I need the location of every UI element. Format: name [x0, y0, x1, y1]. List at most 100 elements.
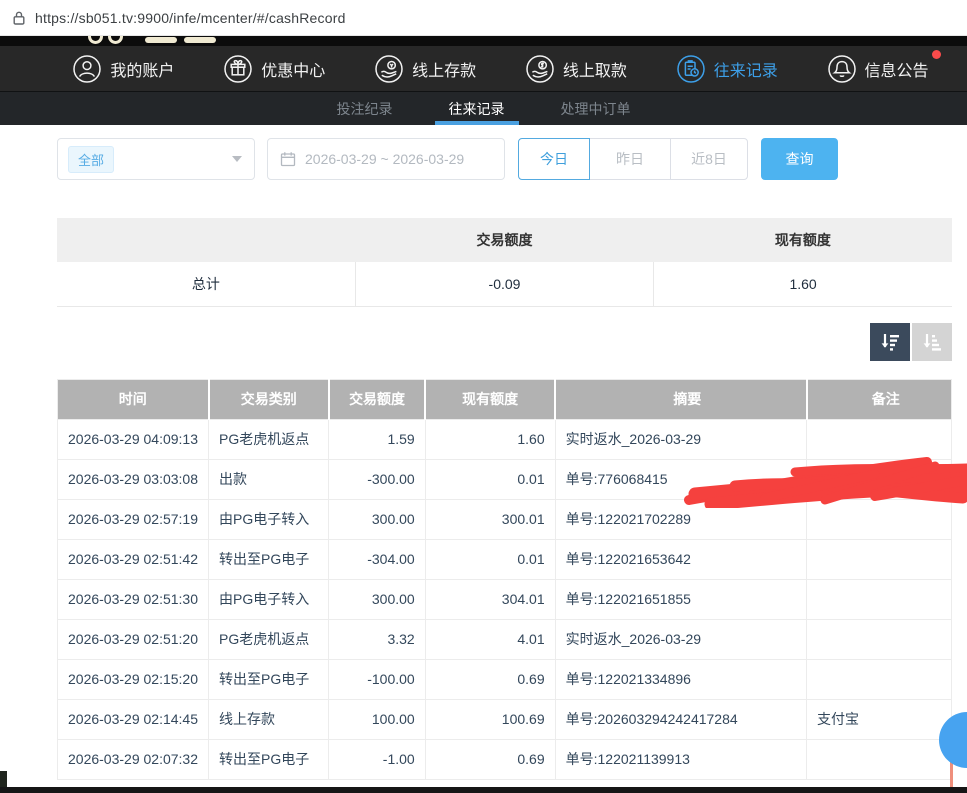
summary-total-label: 总计: [57, 262, 355, 306]
notification-dot: [932, 50, 941, 59]
logo-strip: [0, 36, 967, 46]
sort-descending-button[interactable]: [870, 323, 910, 361]
cell-amount: -300.00: [329, 459, 425, 499]
today-button[interactable]: 今日: [518, 138, 590, 180]
sort-descending-icon: [879, 331, 901, 353]
header-summary: 摘要: [555, 379, 806, 419]
cell-amount: 1.59: [329, 419, 425, 459]
table-row: 2026-03-29 02:51:20 PG老虎机返点 3.32 4.01 实时…: [58, 619, 952, 659]
cell-amount: 300.00: [329, 579, 425, 619]
cell-balance: 4.01: [425, 619, 555, 659]
cell-amount: 300.00: [329, 499, 425, 539]
calendar-icon: [280, 151, 296, 167]
browser-address-bar[interactable]: https://sb051.tv:9900/infe/mcenter/#/cas…: [0, 0, 967, 36]
summary-header-row: 交易额度 现有额度: [57, 218, 952, 262]
nav-label: 信息公告: [865, 57, 929, 81]
cash-table-body: 2026-03-29 04:09:13 PG老虎机返点 1.59 1.60 实时…: [58, 419, 952, 779]
cell-time: 2026-03-29 02:51:20: [58, 619, 209, 659]
tab-label: 往来记录: [449, 99, 505, 119]
header-time: 时间: [58, 379, 209, 419]
date-range-text: 2026-03-29 ~ 2026-03-29: [305, 151, 464, 167]
quick-date-group: 今日 昨日 近8日: [518, 138, 748, 180]
cell-note: [807, 659, 952, 699]
tab-label: 投注纪录: [337, 99, 393, 119]
yesterday-button[interactable]: 昨日: [589, 138, 671, 180]
lock-icon: [12, 10, 26, 26]
cash-record-table: 时间 交易类别 交易额度 现有额度 摘要 备注 2026-03-29 04:09…: [57, 379, 952, 780]
withdraw-icon: [525, 54, 555, 84]
nav-item-my-account[interactable]: 我的账户: [72, 54, 174, 84]
cell-balance: 100.69: [425, 699, 555, 739]
cell-type: PG老虎机返点: [209, 419, 329, 459]
cell-time: 2026-03-29 04:09:13: [58, 419, 209, 459]
cell-type: 线上存款: [209, 699, 329, 739]
logo-fragment: [184, 37, 216, 43]
cell-type: 由PG电子转入: [209, 499, 329, 539]
cell-time: 2026-03-29 03:03:08: [58, 459, 209, 499]
summary-total-row: 总计 -0.09 1.60: [57, 262, 952, 306]
sort-ascending-button[interactable]: [912, 323, 952, 361]
table-row: 2026-03-29 02:51:42 转出至PG电子 -304.00 0.01…: [58, 539, 952, 579]
table-row: 2026-03-29 02:51:30 由PG电子转入 300.00 304.0…: [58, 579, 952, 619]
header-note: 备注: [807, 379, 952, 419]
cell-time: 2026-03-29 02:51:30: [58, 579, 209, 619]
nav-item-cash-records[interactable]: 往来记录: [676, 54, 778, 84]
filter-row: 全部 2026-03-29 ~ 2026-03-29 今日 昨日 近8日 查询: [57, 138, 952, 180]
nav-item-deposit[interactable]: 线上存款: [374, 54, 476, 84]
cell-balance: 304.01: [425, 579, 555, 619]
date-range-input[interactable]: 2026-03-29 ~ 2026-03-29: [267, 138, 505, 180]
summary-balance: 1.60: [654, 262, 952, 306]
cell-note: 支付宝: [807, 699, 952, 739]
nav-item-withdraw[interactable]: 线上取款: [525, 54, 627, 84]
table-row: 2026-03-29 02:07:32 转出至PG电子 -1.00 0.69 单…: [58, 739, 952, 779]
logo-fragment: [88, 36, 103, 44]
cell-note: [807, 499, 952, 539]
cell-amount: -304.00: [329, 539, 425, 579]
cell-balance: 1.60: [425, 419, 555, 459]
summary-header-empty: [57, 218, 355, 262]
cell-note: [807, 619, 952, 659]
nav-label: 线上取款: [563, 57, 627, 81]
cell-time: 2026-03-29 02:57:19: [58, 499, 209, 539]
cell-time: 2026-03-29 02:15:20: [58, 659, 209, 699]
cell-amount: -1.00: [329, 739, 425, 779]
cell-balance: 0.01: [425, 459, 555, 499]
cell-summary: 单号:122021653642: [555, 539, 806, 579]
cell-summary: 单号:122021139913: [555, 739, 806, 779]
cell-type: 转出至PG电子: [209, 739, 329, 779]
last-8-days-button[interactable]: 近8日: [670, 138, 748, 180]
search-button[interactable]: 查询: [761, 138, 838, 180]
tab-pending-orders[interactable]: 处理中订单: [547, 92, 645, 125]
content-area: 全部 2026-03-29 ~ 2026-03-29 今日 昨日 近8日 查询 …: [0, 138, 967, 780]
logo-fragment: [145, 37, 177, 43]
cell-type: 转出至PG电子: [209, 659, 329, 699]
table-header-row: 时间 交易类别 交易额度 现有额度 摘要 备注: [58, 379, 952, 419]
nav-item-promotions[interactable]: 优惠中心: [223, 54, 325, 84]
cell-summary: 实时返水_2026-03-29: [555, 619, 806, 659]
table-row: 2026-03-29 04:09:13 PG老虎机返点 1.59 1.60 实时…: [58, 419, 952, 459]
cell-note: [807, 459, 952, 499]
cell-note: [807, 739, 952, 779]
summary-header-trade: 交易额度: [355, 218, 653, 262]
sort-ascending-icon: [921, 331, 943, 353]
type-select-dropdown[interactable]: 全部: [57, 138, 255, 180]
tab-cash-records[interactable]: 往来记录: [435, 92, 519, 125]
header-type: 交易类别: [209, 379, 329, 419]
records-icon: [676, 54, 706, 84]
cell-amount: 3.32: [329, 619, 425, 659]
sort-controls: [57, 323, 952, 361]
sub-nav: 投注纪录 往来记录 处理中订单: [0, 91, 967, 125]
deposit-icon: [374, 54, 404, 84]
cell-type: 由PG电子转入: [209, 579, 329, 619]
cell-summary: 单号:122021702289: [555, 499, 806, 539]
nav-label: 我的账户: [110, 57, 174, 81]
table-row: 2026-03-29 02:15:20 转出至PG电子 -100.00 0.69…: [58, 659, 952, 699]
tab-bet-records[interactable]: 投注纪录: [323, 92, 407, 125]
bottom-bar: [0, 787, 967, 793]
main-nav: 我的账户 优惠中心 线上存款 线上取款: [0, 46, 967, 91]
cell-summary: 实时返水_2026-03-29: [555, 419, 806, 459]
nav-item-announcements[interactable]: 信息公告: [827, 54, 929, 84]
table-row: 2026-03-29 03:03:08 出款 -300.00 0.01 单号:7…: [58, 459, 952, 499]
chevron-down-icon: [232, 156, 242, 162]
tab-label: 处理中订单: [561, 99, 631, 119]
